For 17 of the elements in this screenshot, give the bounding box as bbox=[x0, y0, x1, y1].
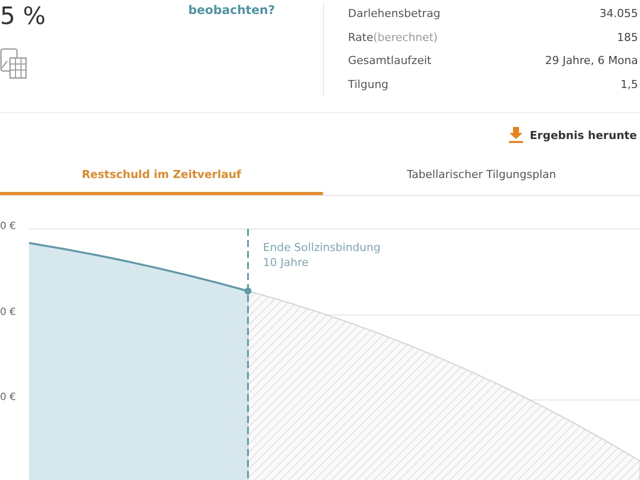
summary-value: 1,5 bbox=[620, 78, 638, 91]
download-link[interactable]: Ergebnis herunte bbox=[508, 127, 637, 143]
summary-label: Rate(berechnet) bbox=[348, 30, 438, 44]
summary-label: Gesamtlaufzeit bbox=[348, 54, 432, 68]
summary-value: 34.055 bbox=[600, 7, 638, 20]
summary-label: Darlehensbetrag bbox=[348, 7, 440, 20]
annotation-text: Ende Sollzinsbindung bbox=[263, 240, 380, 255]
axis-label: 0 € bbox=[0, 307, 16, 318]
summary-value: 185 bbox=[617, 30, 638, 44]
data-point bbox=[244, 288, 252, 294]
interest-rate: 5 % bbox=[0, 2, 46, 30]
annotation-text: 10 Jahre bbox=[263, 255, 310, 270]
axis-label: 0 € bbox=[0, 221, 16, 232]
summary-value: 29 Jahre, 6 Mona bbox=[545, 54, 638, 68]
download-icon bbox=[508, 127, 523, 143]
axis-label: 0 € bbox=[0, 392, 16, 403]
summary-label: Tilgung bbox=[348, 78, 388, 91]
